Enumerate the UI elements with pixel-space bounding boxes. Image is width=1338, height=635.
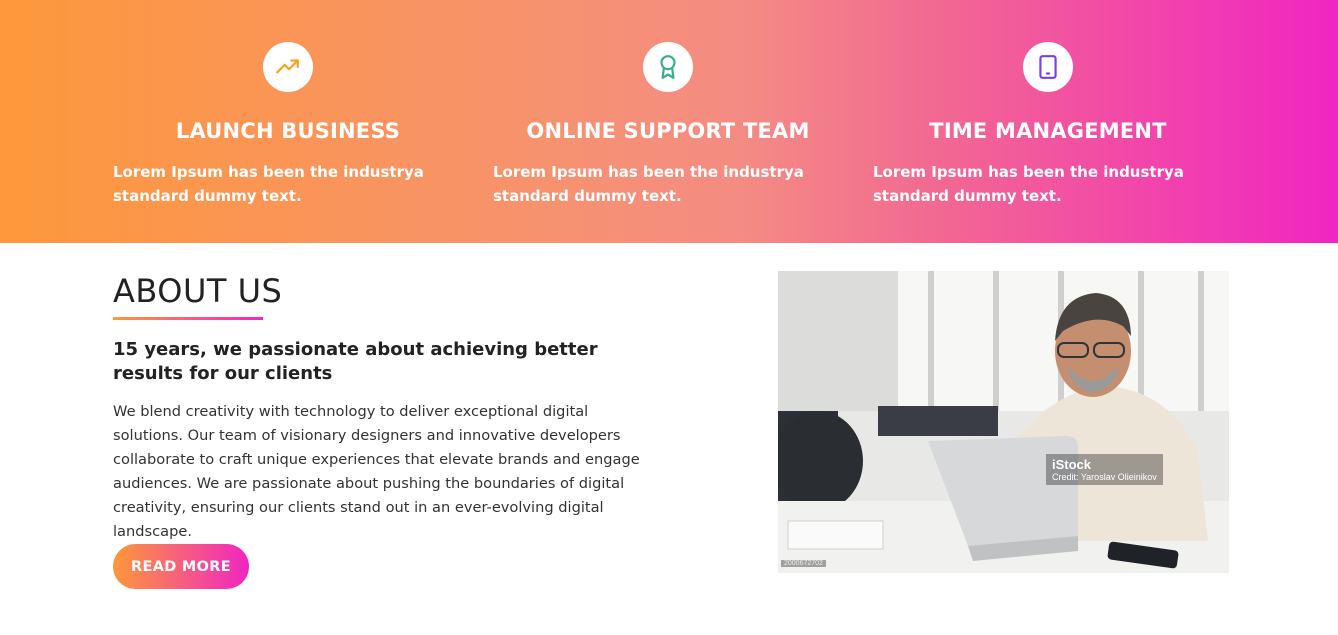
about-photo: iStock Credit: Yaroslav Olieinikov 20006… — [778, 271, 1229, 573]
tablet-icon — [1039, 55, 1057, 79]
feature-title: LAUNCH BUSINESS — [175, 119, 401, 143]
photo-credit-overlay: iStock Credit: Yaroslav Olieinikov — [1046, 454, 1163, 485]
feature-title: ONLINE SUPPORT TEAM — [526, 119, 810, 143]
read-more-button[interactable]: READ MORE — [113, 544, 249, 589]
photo-brand: iStock — [1052, 457, 1092, 472]
feature-time-management: TIME MANAGEMENT Lorem Ipsum has been the… — [873, 42, 1223, 208]
feature-icon-circle — [643, 42, 693, 92]
feature-launch-business: LAUNCH BUSINESS Lorem Ipsum has been the… — [113, 42, 463, 208]
feature-icon-circle — [1023, 42, 1073, 92]
office-photo-illustration — [778, 271, 1229, 573]
feature-text: Lorem Ipsum has been the industrya stand… — [493, 163, 804, 205]
title-underline — [113, 317, 263, 320]
features-banner: LAUNCH BUSINESS Lorem Ipsum has been the… — [0, 0, 1338, 243]
trending-up-icon — [276, 59, 299, 74]
feature-text: Lorem Ipsum has been the industrya stand… — [873, 163, 1184, 205]
feature-icon-circle — [263, 42, 313, 92]
about-body: We blend creativity with technology to d… — [113, 403, 640, 540]
about-subtitle: 15 years, we passionate about achieving … — [113, 339, 598, 384]
feature-text: Lorem Ipsum has been the industrya stand… — [113, 163, 424, 205]
photo-id: 2000672702 — [781, 560, 826, 567]
feature-online-support: ONLINE SUPPORT TEAM Lorem Ipsum has been… — [493, 42, 843, 208]
feature-title: TIME MANAGEMENT — [929, 119, 1167, 143]
about-title: ABOUT US — [113, 272, 283, 310]
award-icon — [660, 55, 676, 79]
photo-credit: Credit: Yaroslav Olieinikov — [1052, 472, 1157, 482]
